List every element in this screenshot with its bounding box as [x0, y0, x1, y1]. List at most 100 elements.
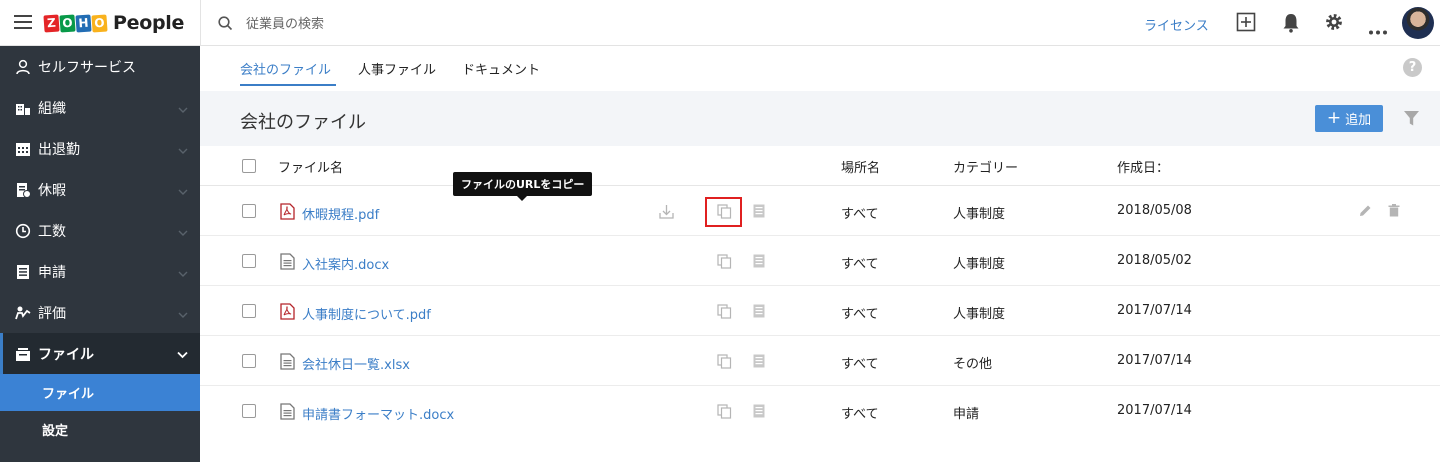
location-cell: すべて — [841, 257, 879, 272]
chevron-down-icon — [178, 225, 188, 241]
zoho-people-logo[interactable]: Z O H O People — [43, 9, 184, 37]
table-row[interactable]: 休暇規程.pdf すべて 人事制度 2018/05/08 — [200, 186, 1440, 236]
chevron-down-icon — [177, 347, 188, 363]
file-name-link[interactable]: 会社休日一覧.xlsx — [302, 354, 410, 373]
edit-icon[interactable] — [1359, 204, 1372, 221]
logo-letter: O — [91, 13, 108, 33]
menu-icon[interactable] — [14, 15, 32, 29]
column-header-location[interactable]: 場所名 — [841, 157, 880, 176]
tab-documents[interactable]: ドキュメント — [462, 59, 540, 78]
sidebar-item-organization[interactable]: 組織 — [0, 87, 200, 128]
select-all-checkbox[interactable] — [242, 159, 256, 173]
category-cell: 人事制度 — [953, 207, 1006, 222]
category-cell: 人事制度 — [953, 307, 1006, 322]
sidebar-item-appraisal[interactable]: 評価 — [0, 292, 200, 333]
bell-icon[interactable] — [1282, 13, 1300, 37]
sidebar-item-self-service[interactable]: セルフサービス — [0, 46, 200, 87]
copy-url-icon[interactable] — [717, 354, 732, 373]
column-header-name[interactable]: ファイル名 — [278, 157, 343, 176]
column-header-created[interactable]: 作成日： — [1117, 157, 1169, 176]
sidebar-item-timesheet[interactable]: 工数 — [0, 210, 200, 251]
location-cell: すべて — [841, 357, 879, 372]
row-checkbox[interactable] — [242, 404, 256, 418]
document-details-icon[interactable] — [753, 254, 765, 272]
tab-bar: 会社のファイル 人事ファイル ドキュメント ? — [200, 46, 1440, 91]
table-row[interactable]: 入社案内.docx すべて 人事制度 2018/05/02 — [200, 236, 1440, 286]
form-icon — [14, 263, 32, 281]
location-cell: すべて — [841, 307, 879, 322]
sidebar-item-label: ファイル — [38, 346, 94, 363]
document-file-icon — [280, 353, 295, 374]
date-cell: 2018/05/08 — [1117, 203, 1192, 218]
file-name-link[interactable]: 申請書フォーマット.docx — [302, 404, 454, 423]
search-input[interactable] — [246, 13, 546, 35]
document-details-icon[interactable] — [753, 204, 765, 222]
row-checkbox[interactable] — [242, 304, 256, 318]
pdf-file-icon — [280, 303, 295, 324]
license-link[interactable]: ライセンス — [1144, 15, 1209, 34]
copy-url-icon[interactable] — [717, 404, 732, 423]
appraisal-icon — [14, 304, 32, 322]
add-button-label: 追加 — [1345, 113, 1372, 128]
calendar-icon — [14, 140, 32, 158]
filter-icon[interactable] — [1403, 110, 1420, 131]
document-details-icon[interactable] — [753, 354, 765, 372]
category-cell: 人事制度 — [953, 257, 1006, 272]
location-cell: すべて — [841, 207, 879, 222]
logo-letter: H — [75, 13, 92, 33]
highlight-box — [705, 197, 742, 227]
row-checkbox[interactable] — [242, 204, 256, 218]
copy-url-icon[interactable] — [717, 254, 732, 273]
content-header: 会社のファイル + 追加 — [200, 91, 1440, 146]
file-name-link[interactable]: 人事制度について.pdf — [302, 304, 431, 323]
sidebar-item-label: 工数 — [38, 223, 66, 240]
tab-company-files[interactable]: 会社のファイル — [240, 59, 331, 78]
category-cell: その他 — [953, 357, 993, 372]
files-icon — [14, 345, 32, 363]
add-box-icon[interactable] — [1236, 12, 1256, 36]
sidebar-item-attendance[interactable]: 出退勤 — [0, 128, 200, 169]
sidebar-item-files[interactable]: ファイル — [0, 333, 200, 374]
chevron-down-icon — [178, 307, 188, 323]
tab-hr-files[interactable]: 人事ファイル — [358, 59, 436, 78]
logo-letter: Z — [43, 13, 60, 33]
sidebar-item-label: 評価 — [38, 305, 66, 322]
copy-url-tooltip: ファイルのURLをコピー — [453, 172, 593, 201]
help-icon[interactable]: ? — [1403, 58, 1422, 77]
location-cell: すべて — [841, 407, 879, 422]
sidebar-subitem-settings[interactable]: 設定 — [0, 411, 200, 448]
document-details-icon[interactable] — [753, 304, 765, 322]
row-checkbox[interactable] — [242, 354, 256, 368]
table-header: ファイル名 場所名 カテゴリー 作成日： — [200, 146, 1440, 186]
sidebar-item-requests[interactable]: 申請 — [0, 251, 200, 292]
active-tab-indicator — [240, 84, 336, 86]
table-row[interactable]: 申請書フォーマット.docx すべて 申請 2017/07/14 — [200, 386, 1440, 436]
search-icon[interactable] — [218, 16, 233, 35]
delete-icon[interactable] — [1388, 204, 1400, 221]
row-checkbox[interactable] — [242, 254, 256, 268]
table-row[interactable]: 人事制度について.pdf すべて 人事制度 2017/07/14 — [200, 286, 1440, 336]
column-header-category[interactable]: カテゴリー — [953, 157, 1018, 176]
avatar[interactable] — [1402, 7, 1434, 39]
sidebar-item-label: 組織 — [38, 100, 66, 117]
chevron-down-icon — [178, 143, 188, 159]
sidebar-item-leave[interactable]: 休暇 — [0, 169, 200, 210]
clock-icon — [14, 222, 32, 240]
logo-letter: O — [59, 13, 76, 33]
sidebar-subitem-files[interactable]: ファイル — [0, 374, 200, 411]
gear-icon[interactable] — [1324, 12, 1344, 36]
file-name-link[interactable]: 休暇規程.pdf — [302, 204, 379, 223]
app-root: Z O H O People ライセンス — [0, 0, 1440, 462]
top-bar: Z O H O People ライセンス — [0, 0, 1440, 46]
sidebar-item-label: 申請 — [38, 264, 66, 281]
copy-url-icon[interactable] — [717, 304, 732, 323]
table-row[interactable]: 会社休日一覧.xlsx すべて その他 2017/07/14 — [200, 336, 1440, 386]
zoho-logo-mark: Z O H O — [43, 13, 108, 33]
document-details-icon[interactable] — [753, 404, 765, 422]
more-icon[interactable] — [1368, 20, 1388, 39]
date-cell: 2017/07/14 — [1117, 303, 1192, 318]
file-name-link[interactable]: 入社案内.docx — [302, 254, 389, 273]
chevron-down-icon — [178, 184, 188, 200]
download-icon[interactable] — [659, 204, 674, 223]
add-button[interactable]: + 追加 — [1315, 105, 1383, 132]
